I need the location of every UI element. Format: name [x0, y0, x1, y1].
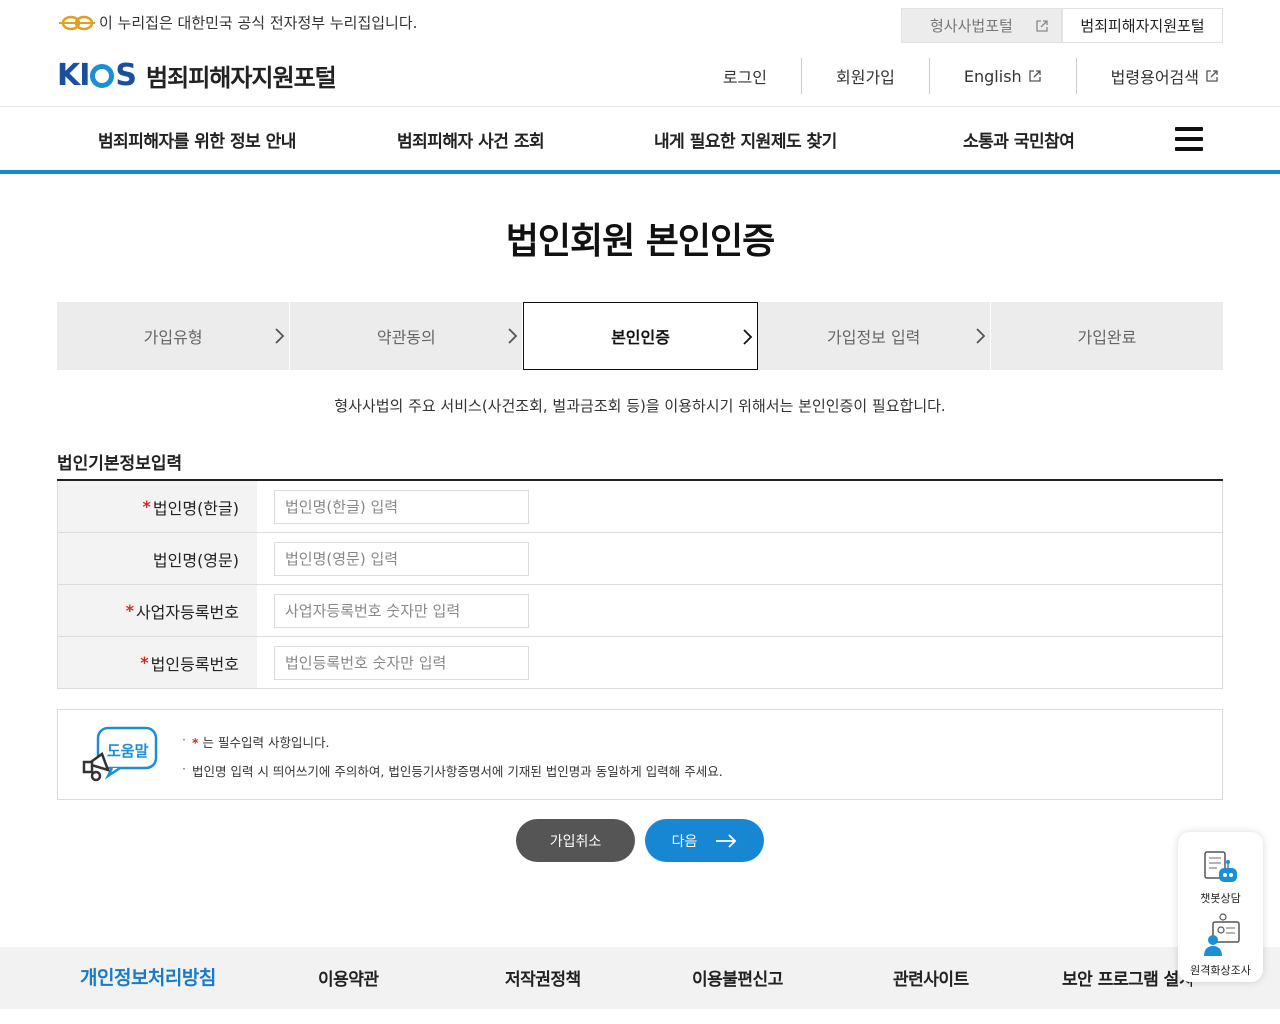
english-link[interactable]: English [928, 58, 1076, 94]
login-label: 로그인 [722, 68, 767, 87]
form-label-text: 법인명(한글) [152, 498, 239, 518]
form-label-text: 법인등록번호 [150, 654, 239, 674]
video-call-icon [1203, 913, 1240, 956]
law-term-search-label: 법령용어검색 [1110, 68, 1199, 87]
corp-name-english-input[interactable] [274, 541, 529, 576]
help-item-text: 법인명 입력 시 띄어쓰기에 주의하여, 법인등기사항증명서에 기재된 법인명과… [192, 764, 723, 779]
chevron-right-icon [275, 328, 285, 344]
footer-related-sites[interactable]: 관련사이트 [893, 965, 969, 990]
signup-label: 회원가입 [836, 68, 895, 87]
portal-link-victim[interactable]: 범죄피해자지원포털 [1062, 8, 1223, 43]
help-item: 법인명 입력 시 띄어쓰기에 주의하여, 법인등기사항증명서에 기재된 법인명과… [182, 761, 723, 780]
footer-copyright[interactable]: 저작권정책 [505, 965, 581, 990]
page-title: 법인회원 본인인증 [505, 221, 776, 262]
form-label: 법인명(영문) [57, 533, 257, 584]
portal-link-label: 범죄피해자지원포털 [1080, 17, 1205, 35]
footer-links: 개인정보처리방침 이용약관 저작권정책 이용불편신고 관련사이트 보안 프로그램… [0, 947, 1280, 1009]
nav-participation[interactable]: 소통과 국민참여 [963, 127, 1075, 152]
main-nav: 범죄피해자를 위한 정보 안내 범죄피해자 사건 조회 내게 필요한 지원제도 … [0, 107, 1280, 171]
egov-logo-icon [59, 15, 95, 30]
law-term-search-link[interactable]: 법령용어검색 [1075, 58, 1223, 94]
step-label: 가입유형 [143, 328, 203, 347]
corp-name-korean-input[interactable] [274, 489, 529, 524]
form-label-text: 법인명(영문) [152, 550, 239, 570]
help-item-text: 는 필수입력 사항입니다. [198, 735, 330, 750]
form-label: * 사업자등록번호 [57, 585, 257, 636]
chevron-right-icon [976, 328, 986, 344]
site-logo[interactable]: KI S 범죄피해자지원포털 [57, 58, 337, 93]
form-row: * 법인명(한글) [57, 481, 1223, 533]
corporate-info-form: *법인명(한글) 법인명(영문) *사업자등록번호 *법인등록번호 [57, 479, 1223, 689]
english-label: English [963, 66, 1022, 86]
gov-banner: 이 누리집은 대한민국 공식 전자정부 누리집입니다. [57, 12, 417, 33]
cancel-label: 가입취소 [549, 833, 602, 850]
step-label: 본인인증 [611, 328, 670, 347]
gov-banner-text: 이 누리집은 대한민국 공식 전자정부 누리집입니다. [99, 14, 418, 32]
nav-victim-info[interactable]: 범죄피해자를 위한 정보 안내 [98, 127, 296, 152]
hamburger-menu-icon[interactable] [1175, 127, 1203, 151]
external-link-icon [1206, 70, 1218, 82]
portal-link-label: 형사사법포털 [930, 17, 1013, 35]
help-box: 도움말 * 는 필수입력 사항입니다. 법인명 입력 시 띄어쓰기에 주의하여,… [57, 709, 1223, 800]
step-terms: 약관동의 [290, 302, 524, 370]
form-label: * 법인명(한글) [57, 481, 257, 532]
chevron-right-icon [742, 329, 752, 345]
portal-link-kics[interactable]: 형사사법포털 [901, 8, 1062, 43]
footer-report[interactable]: 이용불편신고 [692, 965, 783, 990]
step-signup-info: 가입정보 입력 [758, 302, 991, 370]
form-row: * 법인등록번호 [57, 637, 1223, 689]
portal-links: 형사사법포털 범죄피해자지원포털 [901, 8, 1223, 43]
help-item: * 는 필수입력 사항입니다. [182, 732, 723, 751]
required-mark: * [140, 653, 149, 672]
required-mark: * [142, 497, 151, 516]
business-reg-number-input[interactable] [274, 593, 529, 628]
footer-terms[interactable]: 이용약관 [318, 965, 379, 990]
required-mark: * [125, 601, 134, 620]
signup-steps: 가입유형 약관동의 본인인증 가입정보 입력 가입완료 [57, 302, 1223, 370]
cancel-signup-button[interactable]: 가입취소 [516, 819, 635, 862]
video-investigation-button[interactable]: 원격화상조사 [1178, 912, 1263, 978]
form-field [257, 481, 1223, 532]
step-verification: 본인인증 [523, 302, 758, 370]
external-link-icon [1036, 19, 1048, 32]
help-list: * 는 필수입력 사항입니다. 법인명 입력 시 띄어쓰기에 주의하여, 법인등… [182, 732, 723, 790]
form-field [257, 533, 1223, 584]
form-label-text: 사업자등록번호 [135, 602, 239, 622]
verification-notice: 형사사법의 주요 서비스(사건조회, 벌과금조회 등)을 이용하시기 위해서는 … [334, 397, 946, 415]
step-label: 가입완료 [1077, 328, 1137, 347]
video-investigation-label: 원격화상조사 [1190, 964, 1251, 977]
chatbot-button[interactable]: 챗봇상담 [1178, 850, 1263, 906]
chevron-right-icon [508, 328, 518, 344]
login-link[interactable]: 로그인 [689, 58, 801, 94]
kics-logo-icon: KI S [57, 58, 137, 93]
corp-reg-number-input[interactable] [274, 645, 529, 680]
help-label: 도움말 [107, 742, 149, 760]
utility-menu: 로그인 회원가입 English 법령용어검색 [689, 58, 1223, 94]
arrow-right-icon [716, 833, 737, 848]
nav-case-lookup[interactable]: 범죄피해자 사건 조회 [397, 127, 545, 152]
nav-underline [0, 170, 1280, 174]
form-field [257, 637, 1223, 688]
site-name: 범죄피해자지원포털 [146, 64, 337, 92]
signup-link[interactable]: 회원가입 [801, 58, 929, 94]
step-label: 가입정보 입력 [827, 328, 921, 347]
next-label: 다음 [671, 833, 698, 850]
chatbot-label: 챗봇상담 [1200, 892, 1241, 905]
form-row: * 사업자등록번호 [57, 585, 1223, 637]
step-complete: 가입완료 [991, 302, 1223, 370]
nav-support-finder[interactable]: 내게 필요한 지원제도 찾기 [654, 127, 837, 152]
chatbot-icon [1203, 851, 1237, 882]
footer-privacy-policy[interactable]: 개인정보처리방침 [80, 963, 216, 990]
external-link-icon [1029, 70, 1041, 82]
form-row: 법인명(영문) [57, 533, 1223, 585]
step-label: 약관동의 [376, 328, 436, 347]
form-field [257, 585, 1223, 636]
quick-menu: 챗봇상담 원격화상조사 [1178, 832, 1263, 982]
section-title: 법인기본정보입력 [57, 454, 183, 474]
footer-security-install[interactable]: 보안 프로그램 설치 [1062, 965, 1192, 990]
next-button[interactable]: 다음 [645, 819, 764, 862]
form-label: * 법인등록번호 [57, 637, 257, 688]
step-signup-type: 가입유형 [57, 302, 291, 370]
